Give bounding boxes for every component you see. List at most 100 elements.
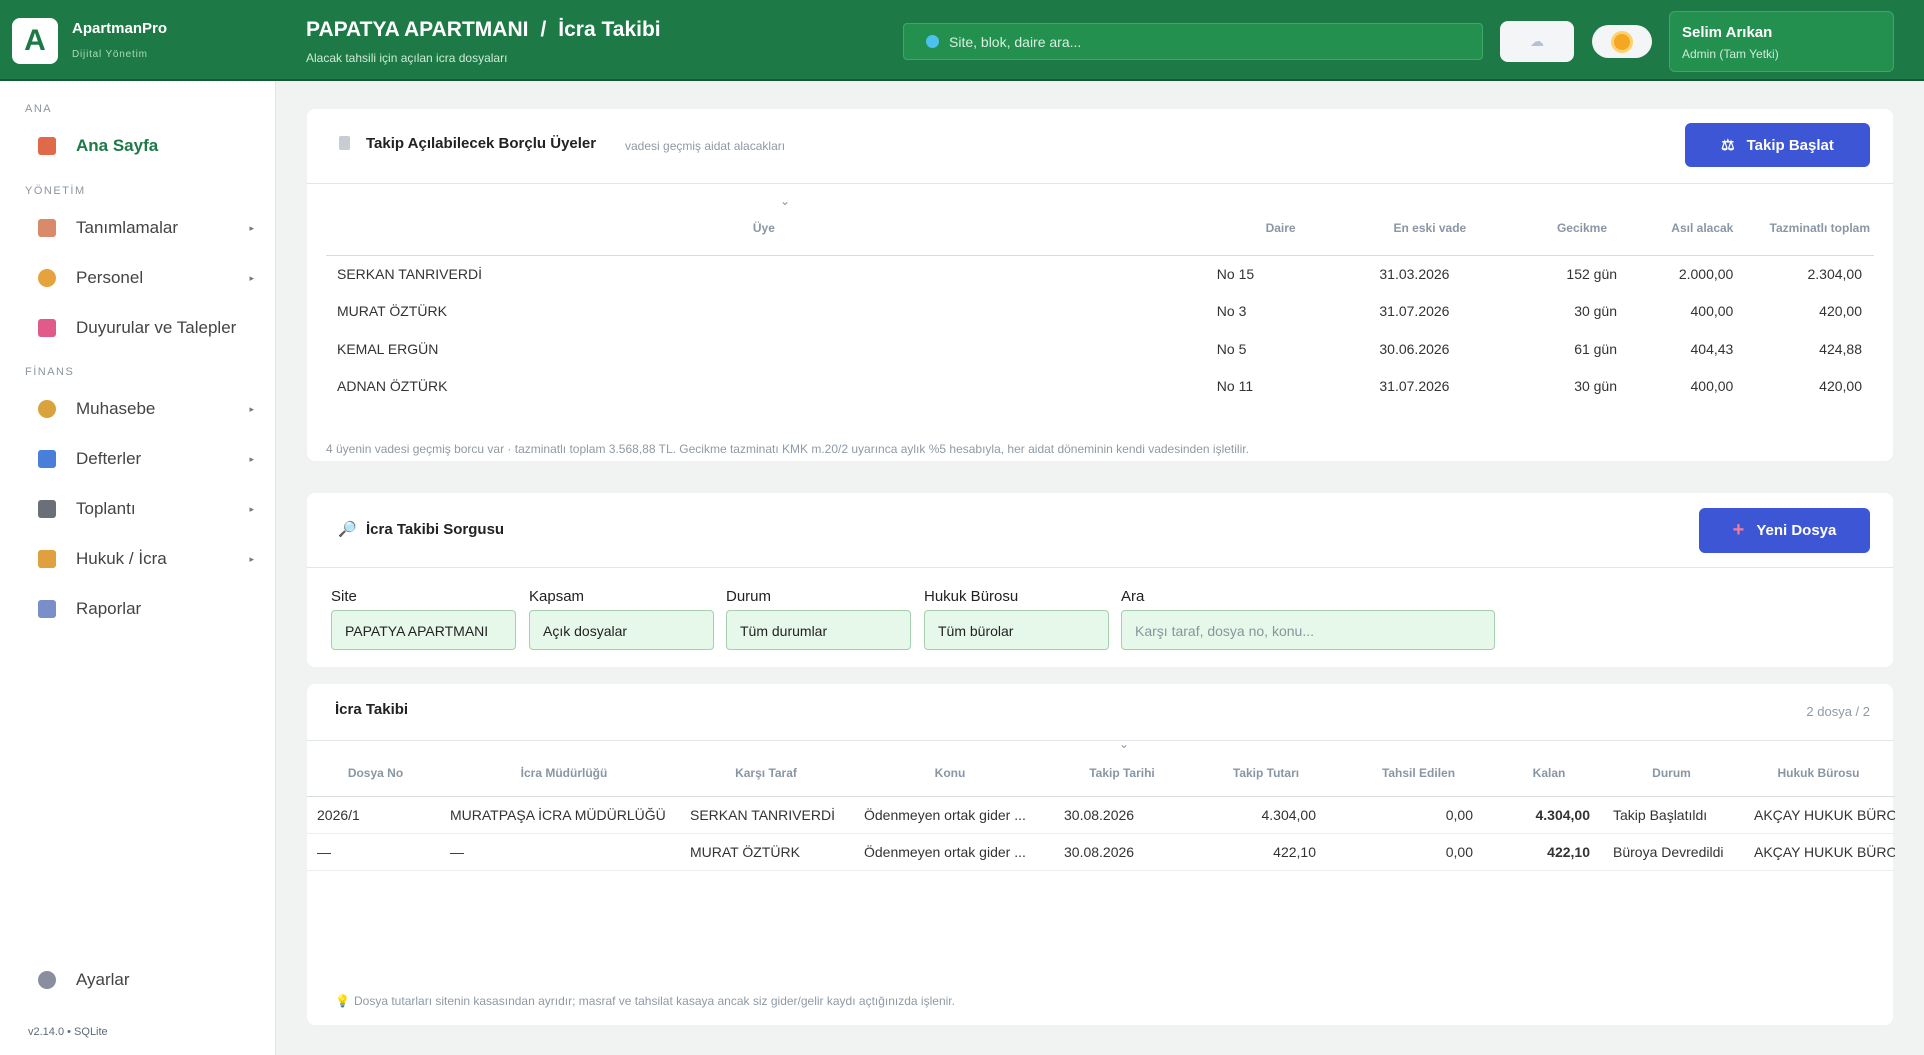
sidebar-item-label: Personel: [76, 268, 144, 287]
principal-amount: 400,00: [1690, 378, 1734, 395]
cloud-icon: ☁: [1530, 33, 1544, 49]
scope-select[interactable]: Açık dosyalar: [529, 610, 714, 650]
sidebar-item-label: Toplantı: [76, 499, 136, 518]
magnifier-icon: 🔎: [338, 521, 357, 538]
unit-number: No 11: [1216, 378, 1254, 395]
column-header[interactable]: Konu: [848, 740, 1052, 797]
law-office-select[interactable]: Tüm bürolar: [924, 610, 1109, 650]
sidebar-item-personel[interactable]: Personel ▸: [38, 260, 260, 296]
logo-letter: A: [24, 24, 46, 57]
table-row[interactable]: SERKAN TANRIVERDİ No 15 31.03.2026 152 g…: [326, 255, 1874, 293]
column-header[interactable]: Tazminatlı toplam: [1733, 195, 1874, 256]
enforcement-office: MURATPAŞA İCRA MÜDÜRLÜĞÜ: [444, 796, 684, 834]
chevron-right-icon: ▸: [249, 553, 254, 564]
total-amount: 420,00: [1819, 378, 1862, 395]
member-name: SERKAN TANRIVERDİ: [337, 266, 482, 282]
sidebar-item-tanimlamalar[interactable]: Tanımlamalar ▸: [38, 210, 260, 246]
chevron-right-icon: ▸: [249, 453, 254, 464]
status-select[interactable]: Tüm durumlar: [726, 610, 911, 650]
sidebar-item-raporlar[interactable]: Raporlar: [38, 591, 260, 627]
title-separator: /: [540, 18, 547, 41]
column-header[interactable]: Hukuk Bürosu: [1742, 740, 1895, 797]
table-row[interactable]: ADNAN ÖZTÜRK No 11 31.07.2026 30 gün 400…: [326, 368, 1874, 406]
column-header[interactable]: Takip Tutarı: [1192, 740, 1340, 797]
remaining-amount: 422,10: [1497, 833, 1601, 871]
user-role: Admin (Tam Yetki): [1682, 47, 1779, 61]
button-label: Takip Başlat: [1746, 136, 1834, 154]
table-row[interactable]: MURAT ÖZTÜRK No 3 31.07.2026 30 gün 400,…: [326, 293, 1874, 331]
counter-party: SERKAN TANRIVERDİ: [684, 796, 848, 834]
sidebar-item-toplanti[interactable]: Toplantı ▸: [38, 491, 260, 527]
page-subtitle: Alacak tahsili için açılan icra dosyalar…: [306, 51, 508, 65]
column-header[interactable]: En eski vade: [1359, 195, 1501, 256]
column-header[interactable]: Takip Tarihi: [1052, 740, 1192, 797]
sidebar-item-label: Defterler: [76, 449, 142, 468]
debtors-subtitle: vadesi geçmiş aidat alacakları: [625, 139, 786, 153]
bar-chart-icon: [38, 450, 56, 468]
debtors-table: Üye Daire En eski vade Gecikme Asıl alac…: [326, 195, 1874, 405]
tracking-date: 30.08.2026: [1052, 833, 1192, 871]
sidebar-item-ana-sayfa[interactable]: Ana Sayfa: [38, 128, 260, 164]
start-tracking-button[interactable]: ⚖ Takip Başlat: [1685, 123, 1870, 167]
table-row[interactable]: — — MURAT ÖZTÜRK Ödenmeyen ortak gider .…: [307, 833, 1895, 871]
column-header[interactable]: Dosya No: [307, 740, 444, 797]
sidebar-item-ayarlar[interactable]: Ayarlar: [38, 962, 260, 998]
chevron-right-icon: ▸: [249, 222, 254, 233]
section-label-finans: FİNANS: [25, 366, 75, 378]
column-header[interactable]: Durum: [1601, 740, 1742, 797]
case-search-input[interactable]: Karşı taraf, dosya no, konu...: [1121, 610, 1495, 650]
table-header-row: Dosya No İcra Müdürlüğü Karşı Taraf Konu…: [307, 740, 1895, 797]
total-amount: 420,00: [1819, 303, 1862, 320]
filter-label-search: Ara: [1121, 588, 1145, 605]
user-menu[interactable]: Selim Arıkan Admin (Tam Yetki): [1669, 11, 1894, 72]
delay-days: 152 gün: [1566, 266, 1618, 282]
column-header[interactable]: Karşı Taraf: [684, 740, 848, 797]
sidebar-item-hukuk-icra[interactable]: Hukuk / İcra ▸: [38, 541, 260, 577]
sidebar-item-muhasebe[interactable]: Muhasebe ▸: [38, 391, 260, 427]
clipboard-icon: [38, 219, 56, 237]
site-select[interactable]: PAPATYA APARTMANI: [331, 610, 516, 650]
gear-icon: [38, 971, 56, 989]
sidebar-item-label: Raporlar: [76, 599, 142, 618]
money-bag-icon: [38, 400, 56, 418]
tracking-amount: 422,10: [1192, 833, 1340, 871]
principal-amount: 2.000,00: [1678, 266, 1734, 282]
sidebar-item-duyurular[interactable]: Duyurular ve Talepler: [38, 310, 260, 346]
divider: [307, 183, 1893, 184]
debtors-title: Takip Açılabilecek Borçlu Üyeler: [366, 135, 597, 152]
sidebar-item-label: Ayarlar: [76, 970, 130, 989]
app-logo[interactable]: A: [12, 18, 58, 64]
unit-number: No 5: [1216, 340, 1247, 357]
filter-label-site: Site: [331, 588, 357, 605]
app-subtitle: Dijital Yönetim: [72, 49, 148, 60]
delay-days: 30 gün: [1574, 378, 1618, 395]
column-header[interactable]: Gecikme: [1500, 195, 1618, 256]
sidebar-item-label: Hukuk / İcra: [76, 549, 167, 568]
column-header[interactable]: İcra Müdürlüğü: [444, 740, 684, 797]
filter-label-law-office: Hukuk Bürosu: [924, 588, 1019, 605]
column-header[interactable]: Kalan: [1497, 740, 1601, 797]
new-file-button[interactable]: + Yeni Dosya: [1699, 508, 1870, 553]
theme-toggle-button[interactable]: [1592, 25, 1652, 58]
table-row[interactable]: 2026/1 MURATPAŞA İCRA MÜDÜRLÜĞÜ SERKAN T…: [307, 796, 1895, 834]
case-status: Takip Başlatıldı: [1601, 796, 1742, 834]
lightbulb-icon: 💡: [335, 994, 350, 1008]
column-header[interactable]: Daire: [1201, 195, 1360, 256]
cases-table: Dosya No İcra Müdürlüğü Karşı Taraf Konu…: [307, 740, 1895, 871]
chevron-right-icon: ▸: [249, 403, 254, 414]
column-header[interactable]: Asıl alacak: [1617, 195, 1734, 256]
search-input[interactable]: [949, 33, 1469, 50]
due-date: 31.07.2026: [1379, 378, 1450, 395]
scales-icon: [38, 550, 56, 568]
sidebar-item-label: Duyurular ve Talepler: [76, 318, 237, 337]
sidebar-item-defterler[interactable]: Defterler ▸: [38, 441, 260, 477]
unit-number: No 15: [1216, 266, 1255, 282]
search-box: [903, 23, 1483, 60]
table-row[interactable]: KEMAL ERGÜN No 5 30.06.2026 61 gün 404,4…: [326, 330, 1874, 368]
user-name: Selim Arıkan: [1682, 24, 1773, 41]
column-header[interactable]: Üye: [326, 195, 1202, 256]
law-office: AKÇAY HUKUK BÜROSU: [1742, 833, 1895, 871]
cloud-sync-button[interactable]: ☁: [1500, 21, 1574, 62]
law-office: AKÇAY HUKUK BÜROSU: [1742, 796, 1895, 834]
column-header[interactable]: Tahsil Edilen: [1340, 740, 1497, 797]
